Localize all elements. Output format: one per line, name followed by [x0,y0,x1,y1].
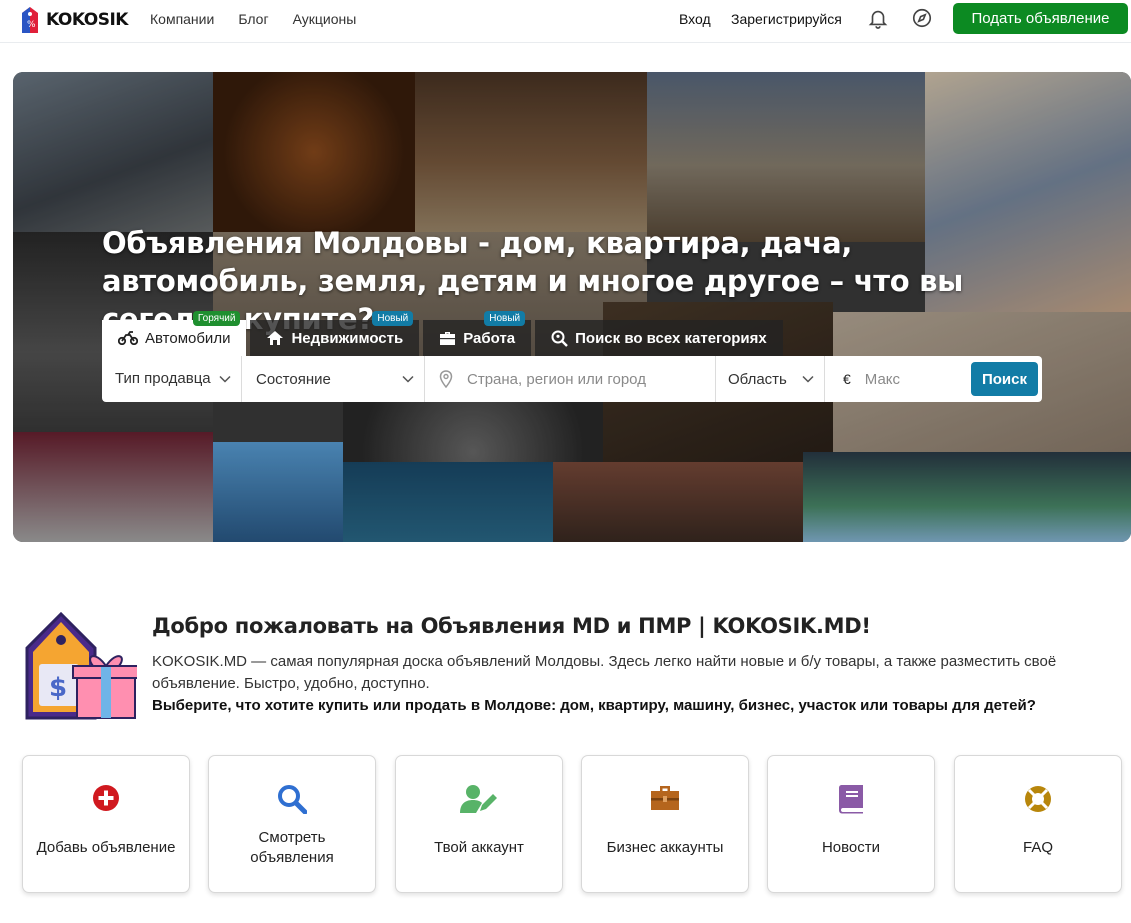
tab-all-categories[interactable]: Поиск во всех категориях [535,320,783,356]
card-browse-ads[interactable]: Смотреть объявления [208,755,376,893]
search-button[interactable]: Поиск [971,362,1038,396]
map-marker-icon [439,370,453,388]
svg-text:%: % [27,20,36,30]
currency-symbol: € [843,371,851,387]
max-price-placeholder: Макс [864,370,901,388]
motorcycle-icon [118,331,138,345]
briefcase-icon [440,331,456,345]
tab-cars[interactable]: Автомобили Горячий [102,311,247,356]
book-icon [839,785,863,814]
search-icon [278,785,307,814]
nav-link-blog[interactable]: Блог [238,11,268,27]
nav-link-companies[interactable]: Компании [150,11,214,27]
card-news-label: Новости [821,839,881,856]
hot-badge: Горячий [192,311,241,326]
hero-banner: Объявления Молдовы - дом, квартира, дача… [13,72,1131,542]
tab-cars-label: Автомобили [145,329,231,347]
new-badge: Новый [372,311,414,326]
main-nav: Компании Блог Аукционы [150,11,356,27]
bell-icon[interactable] [867,7,889,29]
user-edit-icon [460,785,497,813]
card-faq[interactable]: FAQ [954,755,1122,893]
compass-icon[interactable] [911,7,933,29]
welcome-description: KOKOSIK.MD — самая популярная доска объя… [152,653,1057,692]
card-news[interactable]: Новости [767,755,935,893]
search-form: Тип продавца Состояние Страна, регион ил… [102,356,1042,402]
life-ring-icon [1025,786,1051,812]
card-faq-label: FAQ [1022,839,1053,856]
region-value: Область [728,370,787,388]
tab-jobs[interactable]: Работа Новый [423,311,532,356]
top-navbar: % KOKOSIK Компании Блог Аукционы Вход За… [0,0,1131,43]
card-browse-ads-label: Смотреть объявления [250,829,334,866]
tab-real-estate[interactable]: Недвижимость Новый [250,311,420,356]
category-tabs: Автомобили Горячий Недвижимость Новый Ра… [102,311,787,356]
home-icon [267,331,284,345]
search-location-icon [551,330,568,347]
welcome-title: Добро пожаловать на Объявления MD и ПМР … [152,614,871,638]
new-badge: Новый [484,311,526,326]
price-tag-gift-icon: $ [25,612,137,720]
post-ad-button[interactable]: Подать объявление [953,3,1128,34]
tab-all-categories-label: Поиск во всех категориях [575,329,767,347]
tab-jobs-label: Работа [463,329,516,347]
logo-tag-icon: % [22,7,38,33]
chevron-down-icon [402,375,414,383]
card-your-account-label: Твой аккаунт [434,839,524,856]
max-price-input[interactable]: € Макс [825,356,970,402]
plus-circle-icon [93,785,119,811]
location-placeholder: Страна, регион или город [467,370,646,388]
chevron-down-icon [219,375,231,383]
register-link[interactable]: Зарегистрируйся [731,11,842,27]
seller-type-value: Тип продавца [115,370,211,387]
card-business-accounts[interactable]: Бизнес аккаунты [581,755,749,893]
condition-select[interactable]: Состояние [242,356,425,402]
briefcase-icon [651,786,679,810]
region-select[interactable]: Область [716,356,825,402]
chevron-down-icon [802,375,814,383]
nav-link-auctions[interactable]: Аукционы [293,11,357,27]
logo-text: KOKOSIK [46,10,128,30]
login-link[interactable]: Вход [679,11,711,27]
card-add-ad-label: Добавь объявление [36,839,176,856]
seller-type-select[interactable]: Тип продавца [102,356,242,402]
condition-value: Состояние [256,370,331,388]
card-your-account[interactable]: Твой аккаунт [395,755,563,893]
card-business-accounts-label: Бизнес аккаунты [606,839,724,856]
svg-text:$: $ [49,673,67,703]
location-input[interactable]: Страна, регион или город [425,356,716,402]
site-logo[interactable]: % KOKOSIK [16,4,128,36]
tab-real-estate-label: Недвижимость [291,329,404,347]
card-add-ad[interactable]: Добавь объявление [22,755,190,893]
action-cards: Добавь объявление Смотреть объявления Тв… [22,755,1122,893]
welcome-call-to-action: Выберите, что хотите купить или продать … [152,697,1036,714]
